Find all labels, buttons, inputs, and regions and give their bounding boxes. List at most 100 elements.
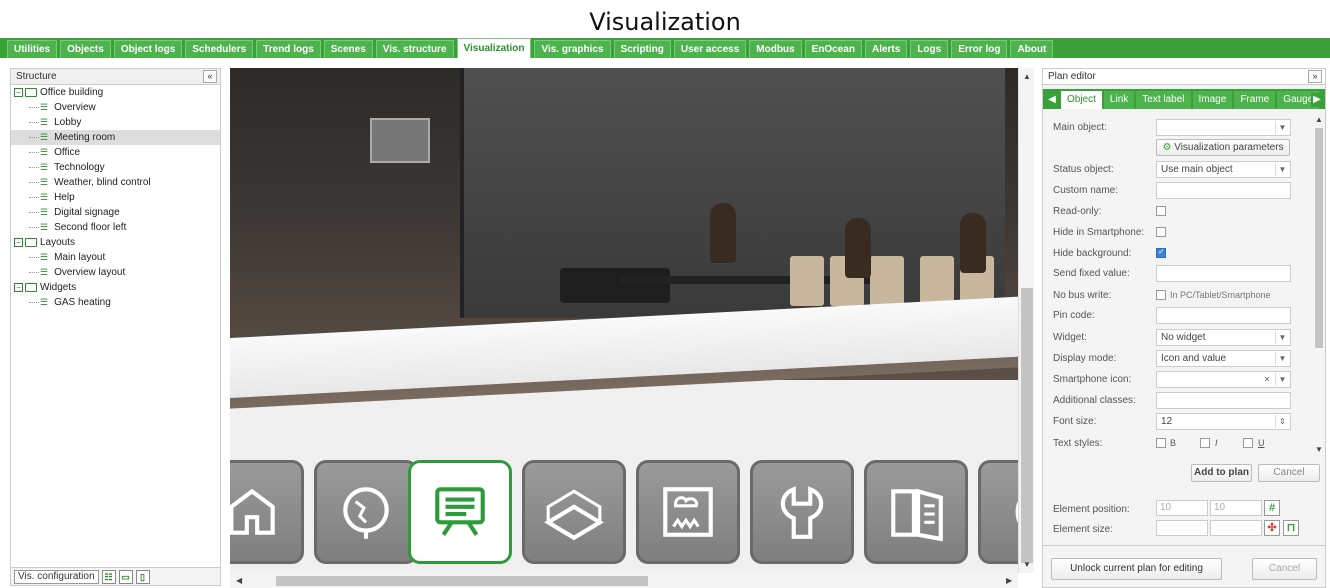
additional-classes-input[interactable] bbox=[1156, 392, 1291, 409]
visualization-parameters-button[interactable]: ⚙ Visualization parameters bbox=[1156, 139, 1290, 156]
tree-item[interactable]: ☰ Weather, blind control bbox=[11, 175, 220, 190]
building-icon[interactable] bbox=[522, 460, 626, 564]
display-mode-row: Display mode: Icon and value ▼ bbox=[1053, 350, 1313, 368]
font-size-stepper[interactable]: 12 ⇕ bbox=[1156, 413, 1291, 430]
cancel-button[interactable]: Cancel bbox=[1258, 464, 1320, 482]
tab-about[interactable]: About bbox=[1010, 40, 1054, 58]
add-to-plan-button[interactable]: Add to plan bbox=[1191, 464, 1252, 482]
tree-item[interactable]: ☰ Lobby bbox=[11, 115, 220, 130]
read-only-checkbox[interactable] bbox=[1156, 206, 1166, 216]
display-mode-select[interactable]: Icon and value ▼ bbox=[1156, 350, 1291, 367]
collapse-tree-icon[interactable]: − bbox=[14, 282, 23, 292]
custom-name-input[interactable] bbox=[1156, 182, 1291, 199]
tree-item[interactable]: ☰ Main layout bbox=[11, 250, 220, 265]
status-object-select[interactable]: Use main object ▼ bbox=[1156, 161, 1291, 178]
cancel-unlock-button[interactable]: Cancel bbox=[1252, 558, 1317, 580]
size-height-stepper[interactable] bbox=[1210, 520, 1262, 536]
tree-item[interactable]: ☰ Overview layout bbox=[11, 265, 220, 280]
lock-icon[interactable]: ⊓ bbox=[1283, 520, 1299, 536]
editor-scrollbar[interactable]: ▲ ▼ bbox=[1313, 113, 1325, 454]
resize-icon[interactable]: ✣ bbox=[1264, 520, 1280, 536]
tree-item[interactable]: ☰ Office bbox=[11, 145, 220, 160]
underline-checkbox[interactable] bbox=[1243, 438, 1253, 448]
vis-configuration-button[interactable]: Vis. configuration bbox=[14, 570, 99, 584]
expand-icon[interactable]: » bbox=[1308, 70, 1322, 83]
collapse-icon[interactable]: « bbox=[203, 70, 217, 83]
scroll-up-icon[interactable]: ▲ bbox=[1023, 72, 1031, 81]
plan-icon[interactable]: ▭ bbox=[118, 570, 133, 584]
tab-vis-graphics[interactable]: Vis. graphics bbox=[534, 40, 611, 58]
home-icon[interactable] bbox=[230, 460, 304, 564]
tree-folder[interactable]: − Widgets bbox=[11, 280, 220, 295]
tab-vis-structure[interactable]: Vis. structure bbox=[375, 40, 454, 58]
tab-utilities[interactable]: Utilities bbox=[7, 40, 58, 58]
editor-tab-image[interactable]: Image bbox=[1192, 91, 1233, 109]
main-object-select[interactable]: ▼ bbox=[1156, 119, 1291, 136]
scroll-left-icon[interactable]: ◀ bbox=[236, 576, 242, 585]
tab-objects[interactable]: Objects bbox=[60, 40, 111, 58]
collapse-tree-icon[interactable]: − bbox=[14, 87, 23, 97]
tree-folder[interactable]: − Layouts bbox=[11, 235, 220, 250]
tree-list-icon[interactable]: ☷ bbox=[101, 570, 116, 584]
scroll-down-icon[interactable]: ▼ bbox=[1315, 445, 1323, 454]
visualization-canvas[interactable] bbox=[230, 68, 1018, 573]
canvas-horizontal-scrollbar[interactable]: ◀ ▶ bbox=[230, 573, 1018, 588]
editor-tab-object[interactable]: Object bbox=[1061, 91, 1102, 109]
tab-logs[interactable]: Logs bbox=[910, 40, 949, 58]
plan-icon: ☰ bbox=[40, 192, 49, 202]
partial-icon[interactable] bbox=[978, 460, 1018, 564]
smartphone-icon-select[interactable]: ✕ ▼ bbox=[1156, 371, 1291, 388]
presentation-icon[interactable] bbox=[408, 460, 512, 564]
italic-checkbox[interactable] bbox=[1200, 438, 1210, 448]
widget-select[interactable]: No widget ▼ bbox=[1156, 329, 1291, 346]
tree-item[interactable]: ☰ Digital signage bbox=[11, 205, 220, 220]
globe-icon[interactable] bbox=[314, 460, 418, 564]
tab-object-logs[interactable]: Object logs bbox=[113, 40, 183, 58]
unlock-plan-button[interactable]: Unlock current plan for editing bbox=[1051, 558, 1222, 580]
smartphone-icon[interactable]: ▯ bbox=[135, 570, 150, 584]
hide-background-row: Hide background: bbox=[1053, 245, 1313, 263]
clear-icon[interactable]: ✕ bbox=[1260, 373, 1274, 386]
scroll-right-icon[interactable]: ▶ bbox=[1006, 576, 1012, 585]
weather-icon[interactable] bbox=[636, 460, 740, 564]
scroll-up-icon[interactable]: ▲ bbox=[1315, 115, 1323, 124]
editor-tab-text-label[interactable]: Text label bbox=[1136, 91, 1191, 109]
tree-item[interactable]: ☰ Help bbox=[11, 190, 220, 205]
tab-enocean[interactable]: EnOcean bbox=[804, 40, 862, 58]
scroll-down-icon[interactable]: ▼ bbox=[1023, 560, 1031, 569]
tab-scripting[interactable]: Scripting bbox=[613, 40, 671, 58]
position-x-stepper[interactable]: 10 bbox=[1156, 500, 1208, 516]
tree-item[interactable]: ☰ Overview bbox=[11, 100, 220, 115]
hide-background-checkbox[interactable] bbox=[1156, 247, 1166, 258]
tab-modbus[interactable]: Modbus bbox=[749, 40, 802, 58]
editor-tab-frame[interactable]: Frame bbox=[1234, 91, 1276, 109]
tab-trend-logs[interactable]: Trend logs bbox=[256, 40, 321, 58]
pin-code-input[interactable] bbox=[1156, 307, 1291, 324]
tabs-prev-icon[interactable]: ◀ bbox=[1046, 93, 1058, 107]
stepper-icon[interactable]: ⇕ bbox=[1275, 415, 1289, 428]
tab-error-log[interactable]: Error log bbox=[951, 40, 1008, 58]
tree-item[interactable]: ☰ Meeting room bbox=[11, 130, 220, 145]
send-fixed-value-input[interactable] bbox=[1156, 265, 1291, 282]
tree-item[interactable]: ☰ GAS heating bbox=[11, 295, 220, 310]
tab-visualization[interactable]: Visualization bbox=[456, 38, 532, 58]
tab-user-access[interactable]: User access bbox=[673, 40, 747, 58]
tab-schedulers[interactable]: Schedulers bbox=[185, 40, 254, 58]
tree-item[interactable]: ☰ Technology bbox=[11, 160, 220, 175]
wrench-icon[interactable] bbox=[750, 460, 854, 564]
canvas-vertical-scrollbar[interactable]: ▲ ▼ bbox=[1018, 68, 1034, 573]
collapse-tree-icon[interactable]: − bbox=[14, 237, 23, 247]
editor-tab-link[interactable]: Link bbox=[1103, 91, 1135, 109]
tabs-next-icon[interactable]: ▶ bbox=[1311, 93, 1323, 107]
position-y-stepper[interactable]: 10 bbox=[1210, 500, 1262, 516]
tab-alerts[interactable]: Alerts bbox=[864, 40, 908, 58]
tree-item[interactable]: ☰ Second floor left bbox=[11, 220, 220, 235]
no-bus-write-checkbox[interactable] bbox=[1156, 290, 1166, 300]
size-width-stepper[interactable] bbox=[1156, 520, 1208, 536]
tree-folder[interactable]: − Office building bbox=[11, 85, 220, 100]
bold-checkbox[interactable] bbox=[1156, 438, 1166, 448]
tab-scenes[interactable]: Scenes bbox=[323, 40, 373, 58]
hide-smartphone-checkbox[interactable] bbox=[1156, 227, 1166, 237]
book-icon[interactable] bbox=[864, 460, 968, 564]
grid-icon[interactable]: # bbox=[1264, 500, 1280, 516]
